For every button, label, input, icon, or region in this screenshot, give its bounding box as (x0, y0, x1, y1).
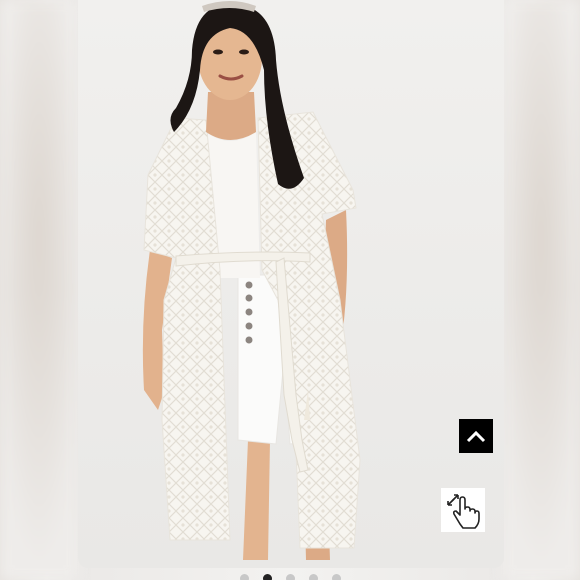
chevron-up-icon (466, 430, 486, 443)
carousel-dot-5[interactable] (331, 574, 341, 580)
hand-pointer-expand-icon (447, 494, 480, 529)
carousel-dot-2[interactable] (262, 574, 272, 580)
blurred-background-right (502, 0, 580, 580)
carousel-dot-1[interactable] (239, 574, 249, 580)
blurred-background-left (0, 0, 78, 580)
button-5 (245, 336, 253, 344)
button-1 (245, 281, 253, 289)
product-photo[interactable] (78, 0, 504, 568)
model-illustration (142, 1, 361, 560)
zoom-button[interactable] (441, 488, 485, 532)
button-4 (245, 322, 253, 330)
product-image-viewer (0, 0, 580, 580)
carousel-indicators (0, 574, 580, 580)
carousel-dot-3[interactable] (285, 574, 295, 580)
button-2 (245, 294, 253, 302)
button-3 (245, 308, 253, 316)
back-to-top-button[interactable] (459, 419, 493, 453)
carousel-dot-4[interactable] (308, 574, 318, 580)
